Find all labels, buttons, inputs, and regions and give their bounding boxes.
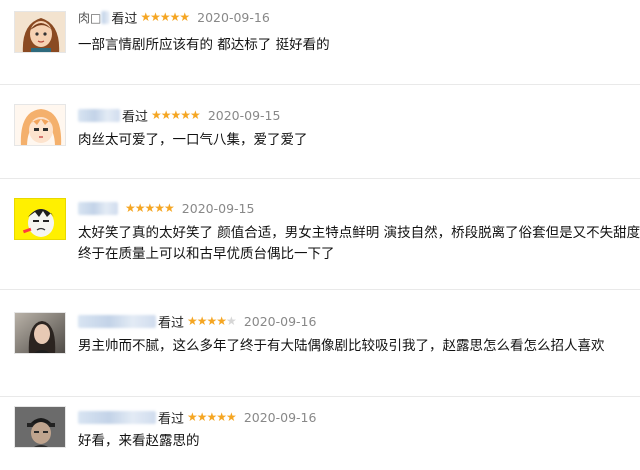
watched-label: 看过 <box>122 109 149 125</box>
divider <box>0 178 640 179</box>
username-blurred[interactable] <box>78 201 118 215</box>
review-text: 肉丝太可爱了，一口气八集，爱了爱了 <box>78 132 308 148</box>
review-text: 好看，来看赵露思的 <box>78 433 200 449</box>
rating-stars: ★★★★★ <box>187 314 237 328</box>
rating-stars: ★★★★★ <box>187 410 237 424</box>
username-blurred[interactable] <box>78 108 120 122</box>
review-item: 看过 ★★★★★ 2020-09-16 好看，来看赵露思的 <box>0 398 640 470</box>
user-avatar[interactable] <box>14 104 66 146</box>
user-avatar[interactable] <box>14 11 66 53</box>
review-date: 2020-09-16 <box>243 313 317 329</box>
username[interactable]: 肉□ <box>78 9 101 26</box>
review-date: 2020-09-15 <box>207 107 281 123</box>
review-date: 2020-09-15 <box>181 200 255 216</box>
rating-stars: ★★★★★ <box>125 201 175 215</box>
divider <box>0 84 640 85</box>
review-item: ★★★★★ 2020-09-15 太好笑了真的太好笑了 颜值合适，男女主特点鲜明… <box>0 186 640 286</box>
review-text: 一部言情剧所应该有的 都达标了 挺好看的 <box>78 37 330 53</box>
review-date: 2020-09-16 <box>197 9 270 25</box>
user-avatar[interactable] <box>14 198 66 240</box>
anime-girl-orange-hair-icon <box>15 105 65 145</box>
username-blurred[interactable] <box>78 314 156 328</box>
review-date: 2020-09-16 <box>243 409 317 425</box>
watched-label: 看过 <box>158 315 185 331</box>
user-avatar[interactable] <box>14 312 66 354</box>
username-blurred[interactable] <box>78 410 156 424</box>
user-avatar[interactable] <box>14 406 66 448</box>
cartoon-face-yellow-icon <box>15 199 65 239</box>
review-item: 看过 ★★★★★ 2020-09-15 肉丝太可爱了，一口气八集，爱了爱了 <box>0 92 640 184</box>
review-text: 男主帅而不腻，这么多年了终于有大陆偶像剧比较吸引我了，赵露思怎么看怎么招人喜欢 <box>78 338 605 354</box>
review-item: 看过 ★★★★★ 2020-09-16 男主帅而不腻，这么多年了终于有大陆偶像剧… <box>0 296 640 396</box>
username-blurred <box>101 10 110 24</box>
rating-stars: ★★★★★ <box>151 108 201 122</box>
rating-stars: ★★★★★ <box>140 10 190 24</box>
watched-label: 看过 <box>111 11 138 27</box>
review-text: 太好笑了真的太好笑了 颜值合适，男女主特点鲜明 演技自然，桥段脱离了俗套但是又不… <box>78 225 640 262</box>
cartoon-girl-brown-hair-icon <box>15 12 65 52</box>
review-item: 肉□ 看过 ★★★★★ 2020-09-16 一部言情剧所应该有的 都达标了 挺… <box>0 0 640 92</box>
watched-label: 看过 <box>158 411 185 427</box>
photo-woman-icon <box>15 313 65 353</box>
photo-man-cap-icon <box>15 407 65 447</box>
divider <box>0 396 640 397</box>
divider <box>0 289 640 290</box>
